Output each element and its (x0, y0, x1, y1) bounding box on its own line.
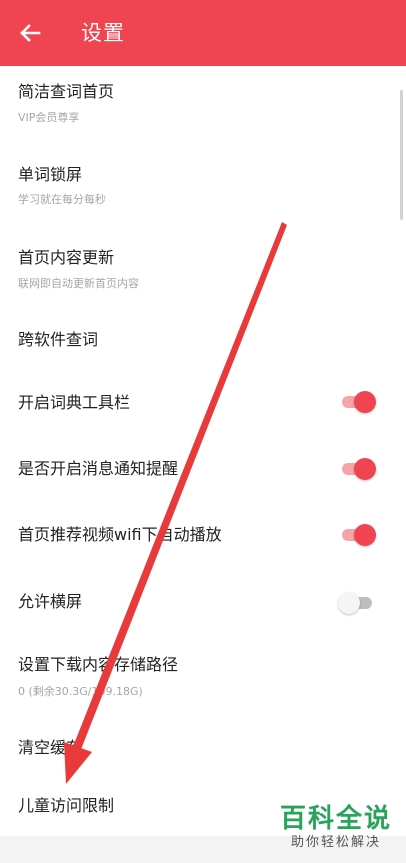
setting-title: 跨软件查词 (18, 330, 99, 349)
setting-dictionary-toolbar[interactable]: 开启词典工具栏 (0, 382, 406, 426)
toggle-knob (354, 391, 376, 413)
setting-allow-landscape[interactable]: 允许横屏 (0, 580, 406, 624)
setting-subtitle: 联网即自动更新首页内容 (18, 277, 139, 290)
toggle-knob (354, 524, 376, 546)
setting-message-notifications[interactable]: 是否开启消息通知提醒 (0, 448, 406, 492)
page-title: 设置 (81, 21, 125, 45)
setting-title: 首页内容更新 (18, 248, 115, 267)
setting-title: 清空缓存 (18, 738, 83, 757)
setting-title: 允许横屏 (18, 592, 83, 611)
watermark-logo: 百科全说 助你轻松解决 (280, 803, 392, 851)
setting-download-path[interactable]: 设置下载内容存储路径 0 (剩余30.3G/109.18G) (0, 644, 406, 714)
watermark-main-text: 百科全说 (279, 804, 392, 834)
setting-home-content-update[interactable]: 首页内容更新 联网即自动更新首页内容 (0, 236, 406, 306)
toggle-switch-on[interactable] (338, 524, 376, 546)
setting-cross-app-lookup[interactable]: 跨软件查词 (0, 318, 406, 368)
setting-title: 设置下载内容存储路径 (18, 655, 179, 674)
setting-title: 是否开启消息通知提醒 (18, 459, 179, 478)
setting-title: 开启词典工具栏 (18, 393, 131, 412)
toggle-switch-on[interactable] (338, 458, 376, 480)
app-bar: 设置 (0, 0, 406, 66)
toggle-knob (354, 458, 376, 480)
toggle-knob (338, 592, 360, 614)
setting-word-lockscreen[interactable]: 单词锁屏 学习就在每分每秒 (0, 152, 406, 222)
setting-wifi-autoplay[interactable]: 首页推荐视频wifi下自动播放 (0, 514, 406, 558)
setting-simple-lookup-home[interactable]: 简洁查词首页 VIP会员尊享 (0, 70, 406, 140)
setting-subtitle: 0 (剩余30.3G/109.18G) (18, 685, 143, 698)
setting-title: 简洁查词首页 (18, 82, 115, 101)
setting-title: 首页推荐视频wifi下自动播放 (18, 525, 222, 544)
setting-title: 儿童访问限制 (18, 796, 115, 815)
watermark-sub-text: 助你轻松解决 (290, 835, 381, 850)
toggle-switch-on[interactable] (338, 391, 376, 413)
setting-clear-cache[interactable]: 清空缓存 (0, 726, 406, 776)
setting-title: 单词锁屏 (18, 165, 83, 184)
setting-subtitle: 学习就在每分每秒 (18, 193, 106, 206)
toggle-switch-off[interactable] (338, 592, 376, 614)
arrow-left-icon (20, 24, 41, 42)
setting-subtitle: VIP会员尊享 (18, 111, 80, 124)
back-button[interactable] (14, 17, 46, 49)
